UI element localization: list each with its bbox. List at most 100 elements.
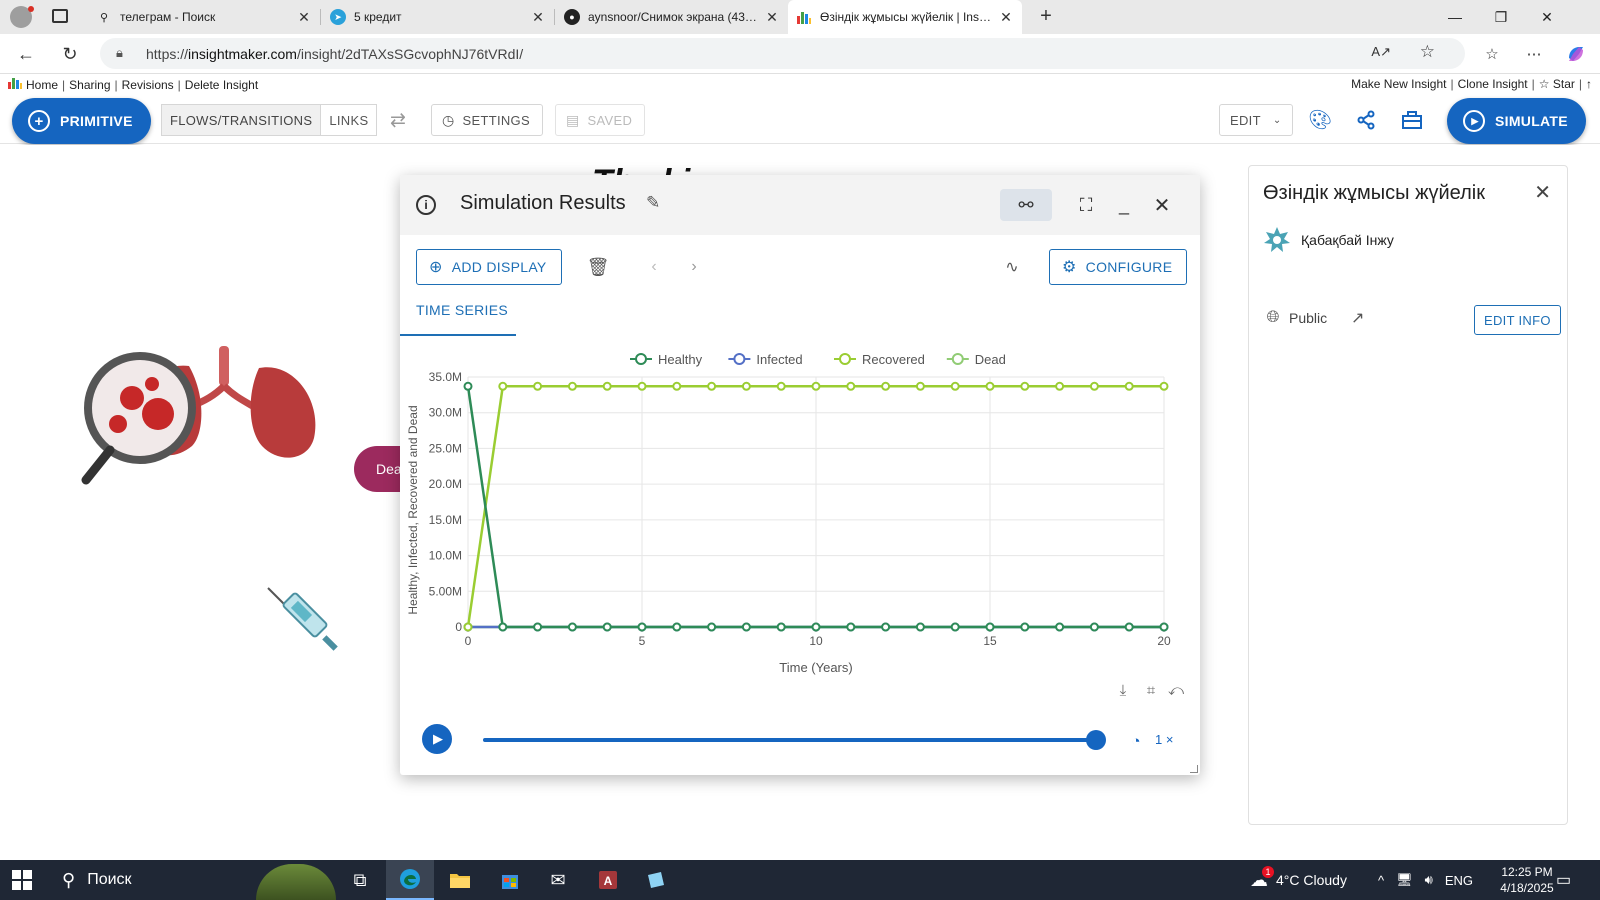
speed-gauge-icon[interactable]: ◔ <box>1127 732 1145 750</box>
edit-info-button[interactable]: EDIT INFO <box>1474 305 1561 335</box>
home-link[interactable]: Home <box>26 78 58 92</box>
speed-label[interactable]: 1 × <box>1155 732 1173 747</box>
url-field[interactable]: 🔒︎ https://insightmaker.com/insight/2dTA… <box>100 38 1465 69</box>
delete-insight-link[interactable]: Delete Insight <box>185 78 258 92</box>
data-point-healthy <box>672 622 682 632</box>
weather-widget[interactable]: ☁ 1 4°C Cloudy <box>1250 860 1347 900</box>
tab-label: 5 кредит <box>354 10 402 24</box>
zoom-area-icon[interactable]: ⌗ <box>1142 681 1160 699</box>
data-point-healthy <box>637 622 647 632</box>
chevron-left-icon[interactable]: ‹ <box>642 255 666 279</box>
volume-icon[interactable]: 🔊︎ <box>1425 872 1433 888</box>
notifications-icon[interactable]: ▭ <box>1556 870 1571 890</box>
data-point-recovered <box>811 381 821 391</box>
author-name[interactable]: Қабақбай Інжу <box>1301 232 1394 248</box>
curve-scribble-icon[interactable]: ∿ <box>1000 255 1024 279</box>
app-window-icon[interactable] <box>632 860 680 900</box>
store-icon[interactable] <box>486 860 534 900</box>
data-point-recovered <box>1020 381 1030 391</box>
read-aloud-icon[interactable]: A↗ <box>1371 44 1391 60</box>
close-icon[interactable]: ✕ <box>530 9 546 26</box>
task-view-icon[interactable]: ⧉ <box>336 860 384 900</box>
network-icon[interactable]: 🖥︎ <box>1396 872 1413 888</box>
simulate-label: SIMULATE <box>1495 113 1568 129</box>
add-display-button[interactable]: ⊕ ADD DISPLAY <box>416 249 562 285</box>
data-point-healthy <box>915 622 925 632</box>
flows-transitions-button[interactable]: FLOWS/TRANSITIONS <box>162 105 322 135</box>
weather-text: 4°C Cloudy <box>1276 872 1347 888</box>
configure-button[interactable]: ⚙ CONFIGURE <box>1049 249 1188 285</box>
restore-window-icon[interactable]: ❐ <box>1478 0 1524 34</box>
url-path: /insight/2dTAXsSGcvophNJ76tVRdI/ <box>296 45 524 62</box>
star-link[interactable]: ☆ Star <box>1539 77 1575 91</box>
browser-tab-telegram[interactable]: ➤ 5 кредит ✕ <box>322 0 554 34</box>
minimize-icon[interactable]: _ <box>1106 189 1142 221</box>
legend-label: Recovered <box>862 352 925 367</box>
swap-arrows-icon[interactable]: ⇄ <box>386 108 410 132</box>
primitive-button[interactable]: + PRIMITIVE <box>12 98 151 144</box>
data-point-healthy <box>1020 622 1030 632</box>
tab-time-series[interactable]: TIME SERIES <box>416 302 508 318</box>
separator: | <box>1531 77 1535 91</box>
make-new-insight-link[interactable]: Make New Insight <box>1351 77 1446 91</box>
edge-app-icon[interactable] <box>386 860 434 900</box>
legend-marker <box>951 353 964 365</box>
reload-icon[interactable]: ↻ <box>56 40 84 68</box>
file-explorer-icon[interactable] <box>436 860 484 900</box>
time-slider-track[interactable] <box>483 738 1096 742</box>
close-icon[interactable]: ✕ <box>1144 189 1180 221</box>
new-tab-icon[interactable]: + <box>1034 4 1058 28</box>
delete-trash-icon[interactable]: 🗑︎ <box>586 255 610 279</box>
back-arrow-icon[interactable]: ← <box>12 40 40 68</box>
palette-icon[interactable]: 🎨︎ <box>1308 108 1332 132</box>
gear-icon: ⚙ <box>1062 259 1077 276</box>
close-window-icon[interactable]: ✕ <box>1524 0 1570 34</box>
toolbox-icon[interactable] <box>1400 108 1424 132</box>
fullscreen-icon[interactable]: ⛶ <box>1068 189 1104 221</box>
access-app-icon[interactable]: A <box>584 860 632 900</box>
weather-badge: 1 <box>1262 865 1274 878</box>
resize-handle[interactable] <box>1190 765 1198 773</box>
favorite-star-icon[interactable]: ☆ <box>1420 42 1435 62</box>
language-indicator[interactable]: ENG <box>1445 873 1473 888</box>
copilot-icon[interactable] <box>1564 42 1588 66</box>
scroll-up-link[interactable]: ↑ <box>1586 77 1592 91</box>
play-button[interactable]: ▶ <box>422 724 452 754</box>
sharing-link[interactable]: Sharing <box>69 78 110 92</box>
clone-insight-link[interactable]: Clone Insight <box>1458 77 1528 91</box>
more-options-icon[interactable]: ⋯ <box>1522 42 1546 66</box>
data-point-healthy <box>567 622 577 632</box>
close-icon[interactable]: ✕ <box>1534 180 1551 205</box>
mail-icon[interactable]: ✉ <box>534 860 582 900</box>
revisions-link[interactable]: Revisions <box>122 78 174 92</box>
edit-pencil-icon[interactable]: ✎ <box>646 193 660 213</box>
close-icon[interactable]: ✕ <box>998 9 1014 26</box>
y-tick-label: 5.00M <box>429 584 462 598</box>
zoom-reset-icon[interactable]: ⤺ <box>1167 681 1185 699</box>
windows-start-icon[interactable] <box>12 870 32 890</box>
browser-tab-github[interactable]: ● aynsnoor/Снимок экрана (43).pn ✕ <box>556 0 788 34</box>
tab-actions-icon[interactable] <box>52 9 68 23</box>
favorites-icon[interactable]: ☆ <box>1480 42 1504 66</box>
time-slider-handle[interactable] <box>1086 730 1106 750</box>
simulate-button[interactable]: ▶ SIMULATE <box>1447 98 1586 144</box>
compare-results-icon[interactable]: ⚯ <box>1000 189 1052 221</box>
chevron-right-icon[interactable]: › <box>682 255 706 279</box>
browser-tab-insightmaker[interactable]: Өзіндік жұмысы жүйелік | Insigh ✕ <box>788 0 1022 34</box>
separator: | <box>114 77 118 92</box>
browser-tab-search[interactable]: ⚲ телеграм - Поиск ✕ <box>88 0 320 34</box>
x-tick-label: 0 <box>465 634 472 648</box>
settings-button[interactable]: ◷ SETTINGS <box>431 104 543 136</box>
info-icon[interactable]: i <box>416 195 436 215</box>
search-icon: ⚲ <box>99 11 109 24</box>
saved-button[interactable]: ▤ SAVED <box>555 104 646 136</box>
links-button[interactable]: LINKS <box>321 105 376 135</box>
download-icon[interactable]: ⤓ <box>1114 681 1132 699</box>
edit-dropdown[interactable]: EDIT ⌄ <box>1219 104 1293 136</box>
close-icon[interactable]: ✕ <box>764 9 780 26</box>
add-circle-icon: + <box>28 110 50 132</box>
chevron-up-icon[interactable]: ^ <box>1378 873 1384 888</box>
share-icon[interactable] <box>1354 108 1378 132</box>
minimize-window-icon[interactable]: — <box>1432 0 1478 34</box>
close-icon[interactable]: ✕ <box>296 9 312 26</box>
